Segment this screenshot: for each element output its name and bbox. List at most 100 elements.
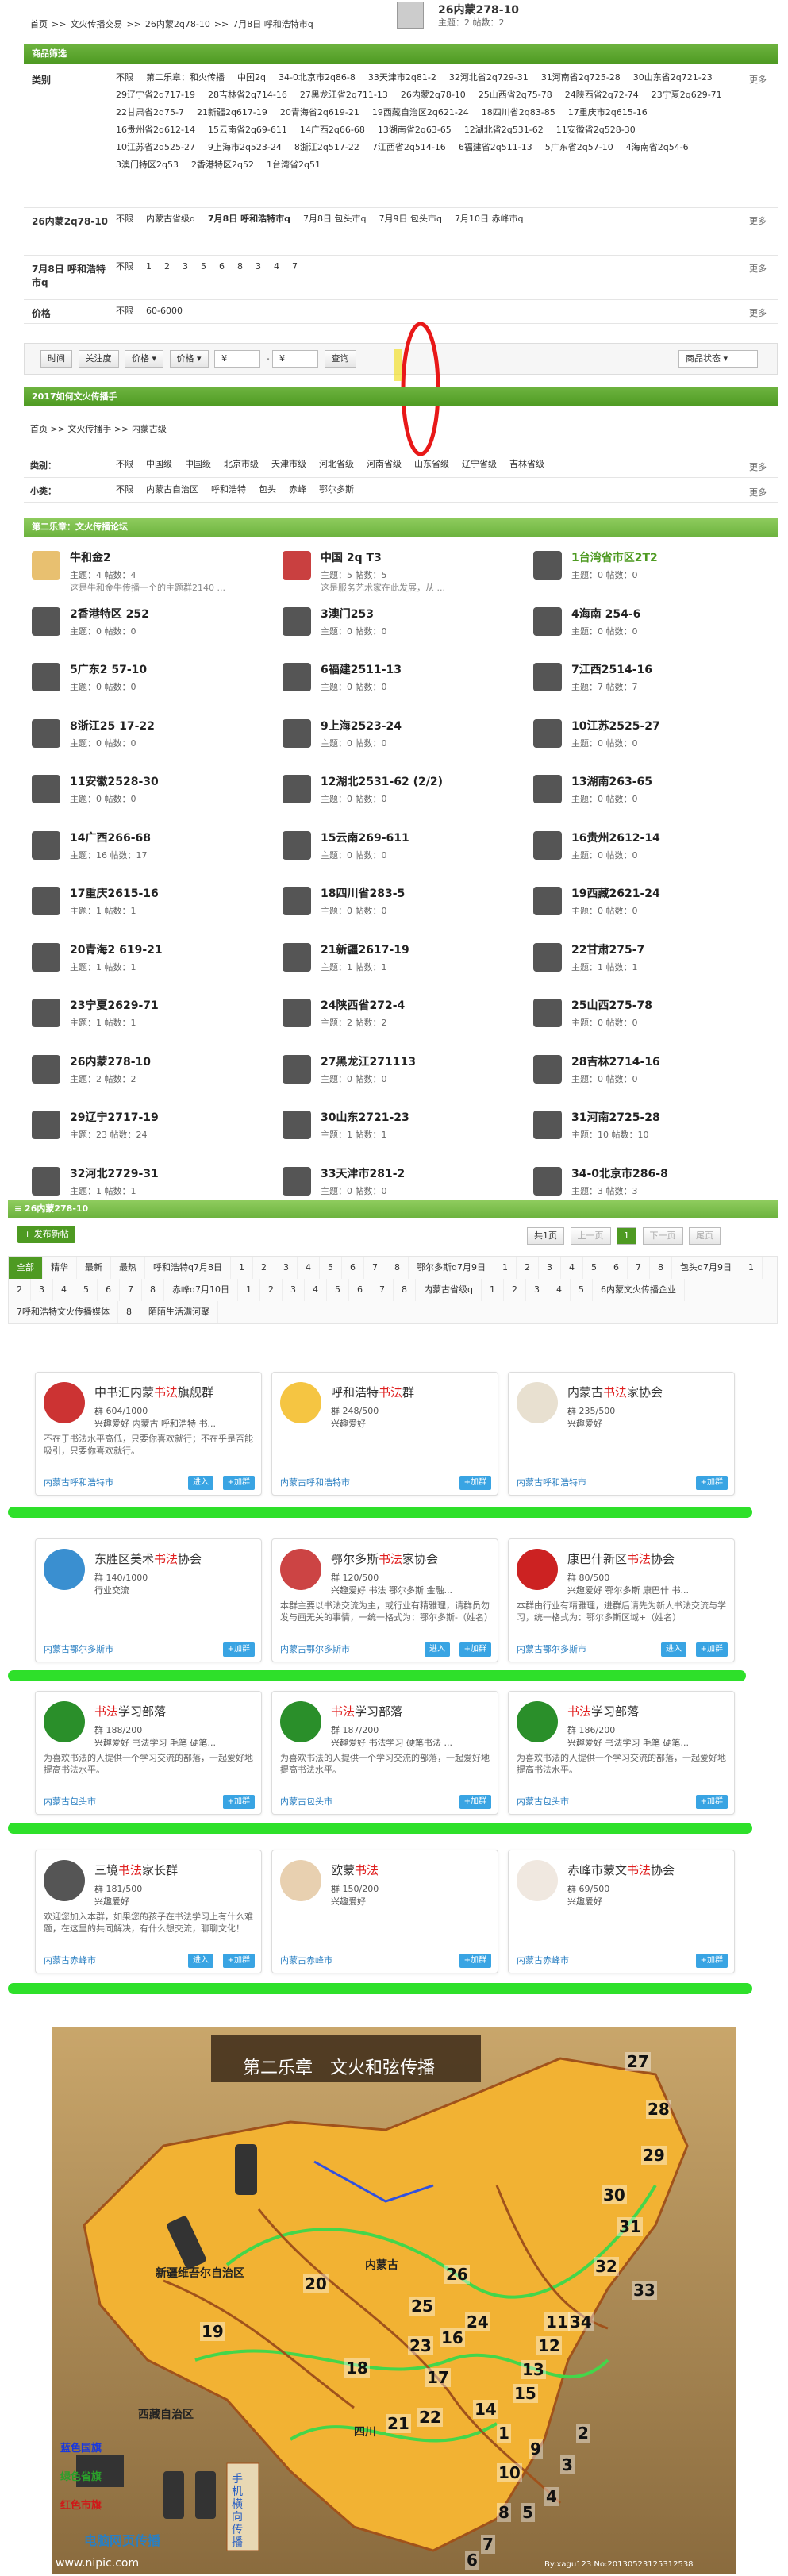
breadcrumb-item[interactable]: 7月8日 呼和浩特市q [233, 19, 313, 29]
filter-option[interactable]: 7江西省2q514-16 [372, 139, 446, 156]
board-tab[interactable]: 鄂尔多斯q7月9日 [409, 1257, 494, 1279]
join-group-button[interactable]: +加群 [222, 1795, 255, 1809]
filter-option[interactable]: 13湖南省2q63-65 [378, 121, 452, 139]
forum-title[interactable]: 19西藏2621-24 [571, 885, 660, 901]
status-select[interactable]: 商品状态 ▾ [678, 350, 758, 368]
filter-option[interactable]: 1 [146, 258, 152, 275]
filter-option[interactable]: 1台湾省2q51 [267, 156, 321, 174]
board-tab[interactable]: 最热 [111, 1257, 145, 1279]
board-tab[interactable]: 精华 [43, 1257, 77, 1279]
filter-option[interactable]: 32河北省2q729-31 [449, 69, 529, 87]
filter-option[interactable]: 22甘肃省2q75-7 [116, 104, 184, 121]
category-option[interactable]: 天津市级 [271, 456, 306, 473]
prev-page-button[interactable]: 上一页 [570, 1227, 611, 1245]
board-tab[interactable]: 4 [53, 1279, 75, 1301]
board-tab[interactable]: 5 [75, 1279, 98, 1301]
join-group-button[interactable]: +加群 [695, 1954, 728, 1968]
filter-option[interactable]: 2香港特区2q52 [191, 156, 254, 174]
board-tab[interactable]: 6 [605, 1257, 628, 1279]
subcategory-option[interactable]: 包头 [259, 481, 276, 499]
filter-option[interactable]: 7月8日 呼和浩特市q [208, 210, 290, 228]
filter-option[interactable]: 12湖北省2q531-62 [464, 121, 544, 139]
filter-option[interactable]: 14广西2q66-68 [300, 121, 365, 139]
forum-title[interactable]: 9上海2523-24 [321, 718, 402, 734]
filter-option[interactable]: 29辽宁省2q717-19 [116, 87, 195, 104]
join-group-button[interactable]: +加群 [695, 1476, 728, 1490]
forum-title[interactable]: 26内蒙278-10 [70, 1053, 151, 1069]
board-tab[interactable]: 7 [120, 1279, 142, 1301]
forum-item[interactable]: 11安徽2528-30 主题：0 帖数：0 [32, 772, 270, 819]
board-tab[interactable]: 8 [118, 1301, 140, 1323]
forum-title[interactable]: 7江西2514-16 [571, 661, 652, 677]
board-tab[interactable]: 7 [371, 1279, 394, 1301]
forum-item[interactable]: 22甘肃275-7 主题：1 帖数：1 [533, 940, 771, 988]
forum-item[interactable]: 21新疆2617-19 主题：1 帖数：1 [283, 940, 521, 988]
group-name[interactable]: 内蒙古书法家协会 [567, 1384, 663, 1400]
filter-option[interactable]: 15云南省2q69-611 [208, 121, 287, 139]
board-tab[interactable]: 5 [571, 1279, 593, 1301]
forum-item[interactable]: 9上海2523-24 主题：0 帖数：0 [283, 716, 521, 764]
forum-title[interactable]: 5广东2 57-10 [70, 661, 147, 677]
filter-option[interactable]: 17重庆市2q615-16 [568, 104, 648, 121]
filter-option[interactable]: 20青海省2q619-21 [280, 104, 359, 121]
forum-item[interactable]: 2香港特区 252 主题：0 帖数：0 [32, 604, 270, 652]
board-tab[interactable]: 陌陌生活满河聚 [140, 1301, 218, 1323]
filter-option[interactable]: 25山西省2q75-78 [479, 87, 552, 104]
forum-item[interactable]: 13湖南263-65 主题：0 帖数：0 [533, 772, 771, 819]
filter-option[interactable]: 26内蒙2q78-10 [401, 87, 466, 104]
query-button[interactable]: 查询 [324, 350, 356, 368]
join-group-button[interactable]: +加群 [222, 1954, 255, 1968]
board-tab[interactable]: 最新 [77, 1257, 111, 1279]
filter-option[interactable]: 第二乐章：和火传播 [146, 69, 225, 87]
forum-item[interactable]: 4海南 254-6 主题：0 帖数：0 [533, 604, 771, 652]
forum-title[interactable]: 12湖北2531-62 (2/2) [321, 773, 443, 789]
forum-item[interactable]: 15云南269-611 主题：0 帖数：0 [283, 828, 521, 876]
filter-option[interactable]: 3澳门特区2q53 [116, 156, 179, 174]
more-link[interactable]: 更多 [749, 306, 767, 319]
forum-item[interactable]: 24陕西省272-4 主题：2 帖数：2 [283, 995, 521, 1043]
forum-title[interactable]: 25山西275-78 [571, 997, 652, 1013]
forum-item[interactable]: 18四川省283-5 主题：0 帖数：0 [283, 884, 521, 931]
forum-item[interactable]: 25山西275-78 主题：0 帖数：0 [533, 995, 771, 1043]
enter-button[interactable]: 进入 [188, 1954, 213, 1968]
board-tab[interactable]: 2 [504, 1279, 526, 1301]
join-group-button[interactable]: +加群 [695, 1795, 728, 1809]
board-tab[interactable]: 8 [142, 1279, 164, 1301]
forum-title[interactable]: 31河南2725-28 [571, 1109, 660, 1125]
filter-option[interactable]: 不限 [116, 210, 133, 228]
filter-option[interactable]: 8浙江2q517-22 [294, 139, 359, 156]
forum-item[interactable]: 12湖北2531-62 (2/2) 主题：0 帖数：0 [283, 772, 521, 819]
board-tab[interactable]: 8 [394, 1279, 416, 1301]
board-tab[interactable]: 8 [650, 1257, 672, 1279]
forum-title[interactable]: 30山东2721-23 [321, 1109, 409, 1125]
filter-option[interactable]: 21新疆2q617-19 [197, 104, 267, 121]
forum-title[interactable]: 27黑龙江271113 [321, 1053, 416, 1069]
category-option[interactable]: 不限 [116, 456, 133, 473]
category-option[interactable]: 中国级 [146, 456, 172, 473]
forum-item[interactable]: 10江苏2525-27 主题：0 帖数：0 [533, 716, 771, 764]
enter-button[interactable]: 进入 [425, 1642, 450, 1657]
board-tab[interactable]: 4 [305, 1279, 327, 1301]
category-option[interactable]: 辽宁省级 [462, 456, 497, 473]
more-link[interactable]: 更多 [749, 460, 767, 473]
board-tab[interactable]: 2 [9, 1279, 31, 1301]
filter-option[interactable]: 27黑龙江省2q711-13 [300, 87, 388, 104]
next-page-button[interactable]: 下一页 [642, 1227, 683, 1245]
forum-item[interactable]: 6福建2511-13 主题：0 帖数：0 [283, 660, 521, 707]
group-name[interactable]: 欧蒙书法 [331, 1862, 379, 1878]
subcategory-option[interactable]: 不限 [116, 481, 133, 499]
forum-title[interactable]: 18四川省283-5 [321, 885, 405, 901]
forum-title[interactable]: 34-0北京市286-8 [571, 1165, 668, 1181]
group-name[interactable]: 书法学习部落 [94, 1703, 166, 1719]
board-tab[interactable]: 6 [342, 1257, 364, 1279]
filter-option[interactable]: 5 [201, 258, 206, 275]
board-tab[interactable]: 4 [561, 1257, 583, 1279]
board-tab[interactable]: 赤峰q7月10日 [164, 1279, 238, 1301]
filter-option[interactable]: 11安徽省2q528-30 [556, 121, 636, 139]
post-button[interactable]: + 发布新帖 [17, 1226, 75, 1243]
filter-option[interactable]: 31河南省2q725-28 [541, 69, 621, 87]
join-group-button[interactable]: +加群 [459, 1476, 491, 1490]
more-link[interactable]: 更多 [749, 73, 767, 86]
forum-title[interactable]: 23宁夏2629-71 [70, 997, 159, 1013]
forum-title[interactable]: 20青海2 619-21 [70, 941, 163, 957]
